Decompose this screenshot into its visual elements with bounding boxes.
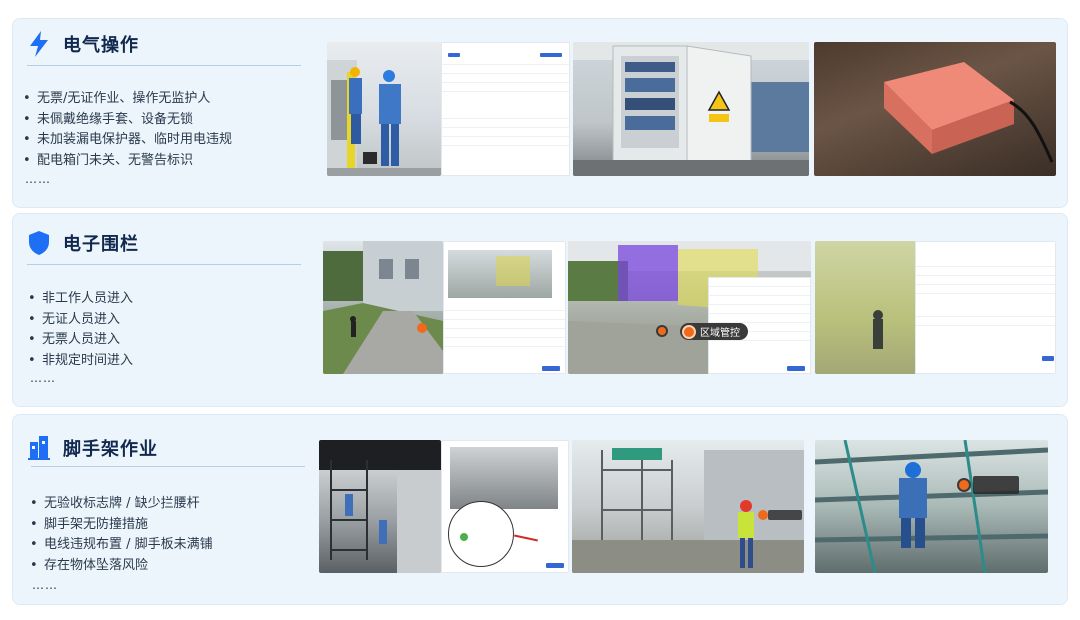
list-item: 非规定时间进入	[28, 351, 133, 372]
zone-control-label: 区域管控	[700, 328, 740, 339]
list-item: 脚手架无防撞措施	[30, 515, 213, 536]
divider	[27, 264, 301, 265]
divider	[27, 65, 301, 66]
photo-indoor-scaffold	[319, 440, 441, 573]
list-item: 存在物体坠落风险	[30, 556, 213, 577]
risk-list: 非工作人员进入 无证人员进入 无票人员进入 非规定时间进入	[28, 289, 133, 371]
photo-outdoor-scaffold	[572, 440, 804, 573]
more-ellipsis: ……	[25, 172, 51, 186]
ticket-form-panel	[441, 42, 570, 176]
section-title: 脚手架作业	[63, 439, 158, 460]
list-item: 无票人员进入	[28, 330, 133, 351]
list-item: 无验收标志牌 / 缺少拦腰杆	[30, 494, 213, 515]
section-header: 电气操作	[27, 29, 139, 59]
list-item: 无证人员进入	[28, 310, 133, 331]
shield-icon	[27, 230, 51, 256]
marker-icon	[682, 324, 696, 339]
list-item: 无票/无证作业、操作无监护人	[23, 89, 232, 110]
list-item: 未佩戴绝缘手套、设备无锁	[23, 110, 232, 131]
risk-list: 无验收标志牌 / 缺少拦腰杆 脚手架无防撞措施 电线违规布置 / 脚手板未满铺 …	[30, 494, 213, 576]
photo-fence-intrusion	[815, 241, 1056, 374]
section-header: 电子围栏	[27, 228, 139, 258]
more-ellipsis: ……	[30, 371, 56, 385]
photo-steel-structure	[815, 440, 1048, 573]
section-title: 电子围栏	[63, 234, 139, 255]
building-icon	[27, 435, 51, 461]
section-card-scaffolding: 脚手架作业 无验收标志牌 / 缺少拦腰杆 脚手架无防撞措施 电线违规布置 / 脚…	[12, 414, 1068, 605]
more-ellipsis: ……	[32, 578, 58, 592]
list-item: 未加装漏电保护器、临时用电违规	[23, 130, 232, 151]
list-item: 非工作人员进入	[28, 289, 133, 310]
scaffold-inspection-panel	[441, 440, 569, 573]
photo-distribution-cabinet	[573, 42, 809, 176]
section-header: 脚手架作业	[27, 433, 158, 463]
list-item: 电线违规布置 / 脚手板未满铺	[30, 535, 213, 556]
photo-leakage-protector-box	[814, 42, 1056, 176]
section-card-electrical: 电气操作 无票/无证作业、操作无监护人 未佩戴绝缘手套、设备无锁 未加装漏电保护…	[12, 18, 1068, 208]
section-card-electronic-fence: 电子围栏 非工作人员进入 无证人员进入 无票人员进入 非规定时间进入 ……	[12, 213, 1068, 407]
risk-list: 无票/无证作业、操作无监护人 未佩戴绝缘手套、设备无锁 未加装漏电保护器、临时用…	[23, 89, 232, 171]
divider	[31, 466, 305, 467]
list-item: 配电箱门未关、无警告标识	[23, 151, 232, 172]
photo-fence-walkway	[323, 241, 443, 374]
zone-control-tag: 区域管控	[680, 323, 748, 340]
photo-electrical-operation	[327, 42, 441, 176]
section-title: 电气操作	[63, 35, 139, 56]
photo-fence-zones: 区域管控	[568, 241, 811, 374]
lightning-icon	[27, 31, 51, 57]
fence-detail-panel	[443, 241, 566, 374]
